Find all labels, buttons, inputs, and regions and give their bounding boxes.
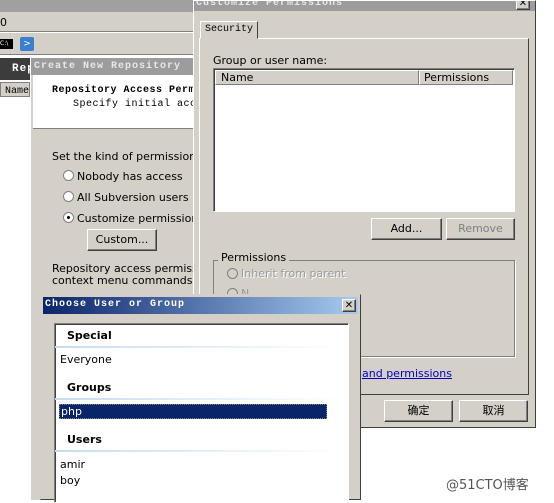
- section-header-users: Users: [67, 433, 102, 446]
- title-bar: [0, 0, 200, 12]
- remove-button[interactable]: Remove: [446, 218, 515, 240]
- dialog-title: Choose User or Group: [45, 299, 186, 310]
- section-header-special: Special: [67, 329, 112, 342]
- permissions-link[interactable]: and permissions: [362, 367, 452, 380]
- dialog-title: Create New Repository: [31, 58, 201, 75]
- header-panel: Repository Access Perm Specify initial a…: [33, 75, 216, 129]
- radio-nobody-label[interactable]: Nobody has access: [77, 170, 183, 183]
- tab-security[interactable]: Security: [200, 21, 258, 39]
- header-title: Repository Access Perm: [52, 85, 196, 96]
- toolbar: C:\ >: [0, 33, 200, 55]
- powershell-icon[interactable]: >: [20, 37, 34, 51]
- ok-button[interactable]: 确定: [384, 400, 453, 422]
- custom-button[interactable]: Custom...: [87, 229, 157, 251]
- radio-customize[interactable]: [63, 212, 74, 223]
- group-label: Group or user name:: [213, 54, 328, 67]
- section-header-groups: Groups: [67, 381, 112, 394]
- list-item[interactable]: boy: [60, 474, 80, 487]
- close-button[interactable]: ✕: [342, 299, 356, 312]
- add-button[interactable]: Add...: [371, 218, 442, 240]
- cmd-icon[interactable]: C:\: [0, 39, 13, 49]
- radio-all-users[interactable]: [63, 191, 74, 202]
- column-header-name[interactable]: Name: [215, 70, 419, 85]
- close-button[interactable]: ✕: [516, 1, 530, 10]
- list-item-selected[interactable]: php: [59, 404, 327, 419]
- permissions-label: Permissions: [218, 251, 290, 264]
- watermark: @51CTO博客: [446, 478, 529, 493]
- choose-user-group-dialog: Choose User or Group ✕ Special Everyone …: [40, 294, 361, 503]
- list-item[interactable]: Everyone: [60, 353, 112, 366]
- list-item[interactable]: amir: [60, 458, 85, 471]
- group-user-list[interactable]: Name Permissions: [213, 68, 515, 212]
- radio-customize-label[interactable]: Customize permissions: [77, 212, 204, 225]
- radio-inherit[interactable]: [227, 268, 238, 279]
- title-bar: Choose User or Group ✕: [43, 297, 358, 314]
- menu-bar: 0: [0, 12, 200, 32]
- dialog-title: Customize Permissions: [194, 1, 535, 11]
- column-header-name[interactable]: Name: [0, 82, 30, 97]
- menu-fragment[interactable]: 0: [0, 16, 7, 29]
- column-header-permissions[interactable]: Permissions: [419, 70, 513, 85]
- cancel-button[interactable]: 取消: [459, 400, 528, 422]
- radio-nobody[interactable]: [63, 170, 74, 181]
- radio-inherit-label[interactable]: Inherit from parent: [241, 267, 346, 280]
- user-group-list[interactable]: Special Everyone Groups php Users amir b…: [54, 323, 349, 503]
